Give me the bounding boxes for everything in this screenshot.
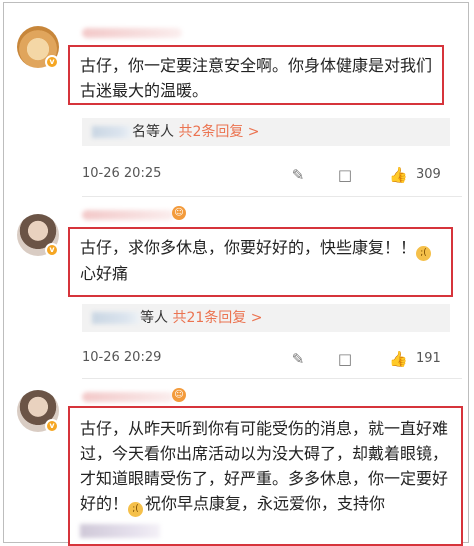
like-count: 191 <box>416 351 441 366</box>
comment-time: 10-26 20:25 <box>82 166 162 181</box>
verified-badge-icon: v <box>45 55 59 69</box>
divider <box>82 378 462 379</box>
thumbs-up-icon[interactable]: 👍 <box>389 166 408 184</box>
comment-meta: 10-26 20:25 ✎ □ 👍 309 <box>82 166 460 186</box>
divider <box>82 196 462 197</box>
comment-time: 10-26 20:29 <box>82 350 162 365</box>
comment-text: 古仔，你一定要注意安全啊。你身体健康是对我们古迷最大的温暖。 <box>80 56 433 100</box>
like-count: 309 <box>416 167 441 182</box>
comment-meta: 10-26 20:29 ✎ □ 👍 191 <box>82 350 460 370</box>
username-blurred[interactable] <box>82 392 174 402</box>
verified-badge-icon: v <box>45 419 59 433</box>
reply-summary[interactable]: 名等人 共2条回复 > <box>82 118 450 146</box>
verified-badge-icon: v <box>45 243 59 257</box>
comment-text-tail: 心好痛 <box>80 264 129 283</box>
truncated-text-blurred <box>80 523 160 538</box>
reply-users-blurred <box>92 312 140 324</box>
crying-emoji-icon: ;( <box>128 502 144 517</box>
fan-badge-icon: ☺ <box>172 388 186 402</box>
comment-text-box: 古仔，从昨天听到你有可能受伤的消息，就一直好难过，今天看你出席活动以为没大碍了，… <box>68 406 463 546</box>
reply-summary[interactable]: 等人 共21条回复 > <box>82 304 450 332</box>
comment-text-box: 古仔，你一定要注意安全啊。你身体健康是对我们古迷最大的温暖。 <box>68 45 444 105</box>
reply-users-suffix: 等人 <box>140 310 168 326</box>
comment-text-tail: 祝你早点康复，永远爱你，支持你 <box>145 494 386 513</box>
comment-text-box: 古仔，求你多休息，你要好好的，快些康复！！ ;( 心好痛 <box>68 227 453 297</box>
username-blurred[interactable] <box>82 210 174 220</box>
reply-users-suffix: 名等人 <box>132 124 174 140</box>
reply-users-blurred <box>92 126 132 138</box>
username-blurred[interactable] <box>82 28 182 38</box>
thumbs-up-icon[interactable]: 👍 <box>389 350 408 368</box>
fan-badge-icon: ☺ <box>172 206 186 220</box>
crying-emoji-icon: ;( <box>416 246 432 261</box>
share-icon[interactable]: ✎ <box>289 350 307 368</box>
comment-text: 古仔，求你多休息，你要好好的，快些康复！！ <box>80 238 417 257</box>
share-icon[interactable]: ✎ <box>289 166 307 184</box>
view-replies-link[interactable]: 共2条回复 > <box>178 124 259 140</box>
comment-icon[interactable]: □ <box>336 350 354 368</box>
comment-icon[interactable]: □ <box>336 166 354 184</box>
view-replies-link[interactable]: 共21条回复 > <box>172 310 262 326</box>
